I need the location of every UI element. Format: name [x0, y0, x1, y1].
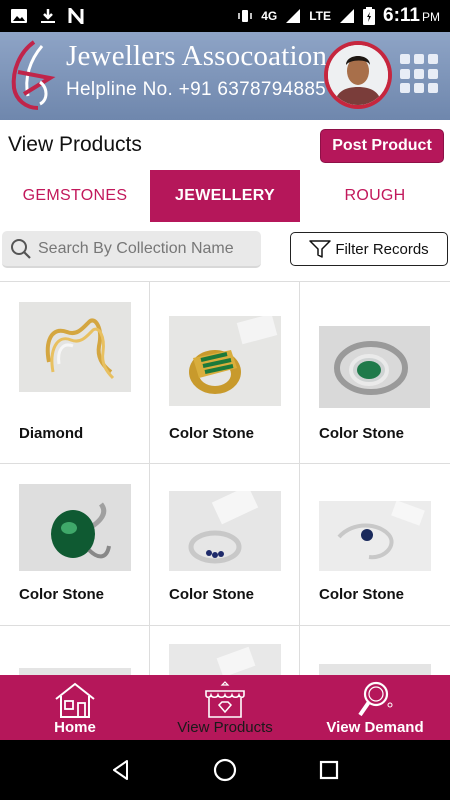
- product-name: Color Stone: [319, 586, 404, 603]
- product-card[interactable]: [0, 626, 150, 675]
- signal-icon-2: [340, 9, 355, 23]
- lte-label: LTE: [309, 9, 332, 23]
- battery-icon: [363, 7, 376, 25]
- person-photo-icon: [328, 45, 388, 105]
- gold-emerald-ring-icon: [169, 316, 281, 406]
- nav-view-products-label: View Products: [177, 719, 273, 736]
- product-image: [169, 316, 281, 406]
- green-oval-ring-icon: [19, 484, 131, 571]
- product-image: [169, 644, 281, 675]
- magnifier-icon: [358, 681, 393, 717]
- n-notification-icon: [68, 8, 84, 24]
- product-image: [319, 326, 430, 408]
- app-header: Jewellers Assocoation Helpline No. +91 6…: [0, 32, 450, 120]
- header-title: Jewellers Assocoation: [66, 40, 328, 72]
- product-card[interactable]: Color Stone: [150, 464, 300, 626]
- tab-jewellery[interactable]: JEWELLERY: [150, 170, 300, 222]
- tab-rough[interactable]: ROUGH: [300, 170, 450, 222]
- product-card[interactable]: Color Stone: [300, 464, 450, 626]
- image-notification-icon: [11, 9, 27, 23]
- tab-gemstones[interactable]: GEMSTONES: [0, 170, 150, 222]
- product-image: [19, 484, 131, 571]
- product-grid: Diamond Color Stone Color Stone Color St…: [0, 281, 450, 675]
- product-image: [319, 664, 431, 675]
- search-icon: [11, 238, 31, 259]
- product-name: Diamond: [19, 425, 84, 442]
- clock: 6:11: [383, 5, 420, 26]
- nav-view-demand-label: View Demand: [326, 719, 424, 736]
- home-icon: [55, 682, 95, 718]
- product-card[interactable]: Color Stone: [150, 282, 300, 464]
- nav-home[interactable]: Home: [0, 675, 150, 740]
- back-icon[interactable]: [109, 758, 133, 782]
- apps-menu-icon[interactable]: [400, 54, 440, 94]
- clock-ampm: PM: [422, 10, 440, 24]
- page-title: View Products: [8, 133, 142, 156]
- recents-icon[interactable]: [317, 758, 341, 782]
- product-card[interactable]: Color Stone: [300, 282, 450, 464]
- product-name: Color Stone: [169, 586, 254, 603]
- product-name: Color Stone: [169, 425, 254, 442]
- search-input[interactable]: [38, 239, 253, 258]
- product-card[interactable]: Color Stone: [0, 464, 150, 626]
- price-tag-icon: [216, 646, 256, 675]
- product-card[interactable]: Diamond: [0, 282, 150, 464]
- search-box[interactable]: [2, 231, 261, 268]
- association-logo-icon: [11, 40, 56, 110]
- product-card[interactable]: [300, 626, 450, 675]
- sapphire-bypass-ring-icon: [319, 501, 431, 571]
- nav-home-label: Home: [54, 719, 96, 736]
- status-bar: 4G LTE 6:11 PM: [0, 0, 450, 32]
- filter-records-button[interactable]: Filter Records: [290, 232, 448, 266]
- product-image: [19, 302, 131, 392]
- category-tabs: GEMSTONES JEWELLERY ROUGH: [0, 170, 450, 222]
- vibrate-icon: [238, 10, 252, 22]
- system-navigation-bar: [0, 740, 450, 800]
- signal-icon: [286, 9, 301, 23]
- helpline-number: Helpline No. +91 6378794885: [66, 79, 327, 100]
- product-image: [169, 491, 281, 571]
- nav-view-demand[interactable]: View Demand: [300, 675, 450, 740]
- product-name: Color Stone: [319, 425, 404, 442]
- filter-records-label: Filter Records: [335, 240, 429, 258]
- download-notification-icon: [41, 9, 55, 23]
- bottom-navigation: Home View Products View Demand: [0, 675, 450, 740]
- post-product-button[interactable]: Post Product: [320, 129, 444, 163]
- profile-avatar[interactable]: [324, 41, 392, 109]
- sapphire-band-ring-icon: [169, 491, 281, 571]
- nav-view-products[interactable]: View Products: [150, 675, 300, 740]
- emerald-halo-ring-icon: [319, 326, 430, 408]
- product-card[interactable]: [150, 626, 300, 675]
- product-name: Color Stone: [19, 586, 104, 603]
- home-circle-icon[interactable]: [212, 757, 238, 783]
- product-image: [19, 668, 131, 675]
- product-image: [319, 501, 431, 571]
- diamond-bangle-icon: [19, 302, 131, 392]
- store-icon: [205, 681, 245, 718]
- funnel-icon: [309, 240, 332, 258]
- network-type: 4G: [261, 9, 278, 23]
